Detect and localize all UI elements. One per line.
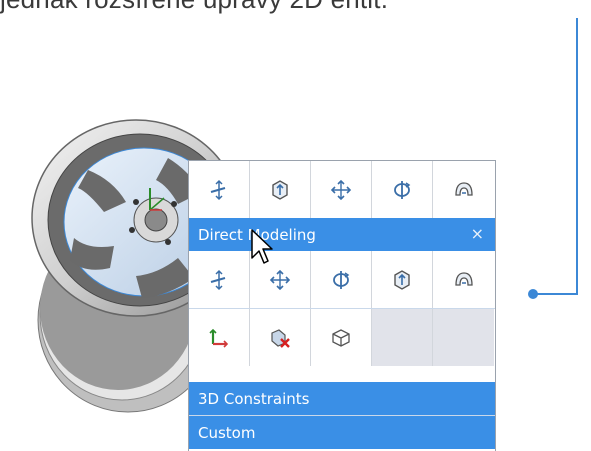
box-extrude-button[interactable]: [372, 251, 433, 308]
align-move-button[interactable]: [189, 251, 250, 308]
direct-modeling-row-2: [189, 309, 495, 366]
align-move-icon: [210, 269, 226, 290]
axes-icon: [209, 328, 229, 348]
group-spacer: [189, 366, 495, 382]
rotate-button[interactable]: [311, 251, 372, 308]
custom-header[interactable]: Custom: [189, 416, 495, 449]
align-move-button[interactable]: [189, 161, 250, 218]
box-extrude-icon: [272, 179, 288, 200]
quad-tool-panel: Direct Modeling × 3D Constraints Custom: [188, 160, 496, 451]
delete-face-icon: [271, 328, 290, 348]
empty-slot: [433, 309, 494, 366]
custom-title: Custom: [198, 423, 256, 442]
box-extrude-button[interactable]: [250, 161, 311, 218]
3d-constraints-header[interactable]: 3D Constraints: [189, 382, 495, 415]
3d-constraints-title: 3D Constraints: [198, 389, 310, 408]
shell-icon: [454, 271, 473, 286]
callout-line-vertical: [576, 18, 578, 295]
callout-dot: [528, 289, 538, 299]
box-extrude-icon: [394, 269, 410, 290]
move-arrows-icon: [330, 179, 352, 200]
shell-button[interactable]: [433, 251, 494, 308]
callout-line-horizontal: [532, 293, 578, 295]
delete-face-button[interactable]: [250, 309, 311, 366]
direct-modeling-header[interactable]: Direct Modeling ×: [189, 218, 495, 251]
shell-button[interactable]: [433, 161, 494, 218]
wire-box-icon: [332, 328, 350, 347]
ucs-axes-button[interactable]: [189, 309, 250, 366]
rotate-icon: [394, 180, 411, 199]
top-icon-row: [189, 161, 495, 218]
shell-icon: [454, 181, 473, 196]
empty-slot: [372, 309, 433, 366]
direct-modeling-row-1: [189, 251, 495, 308]
rotate-button[interactable]: [372, 161, 433, 218]
move-arrows-button[interactable]: [311, 161, 372, 218]
mouse-cursor-icon: [251, 229, 273, 264]
move-arrows-icon: [269, 269, 291, 290]
align-move-icon: [210, 179, 226, 200]
wire-box-button[interactable]: [311, 309, 372, 366]
rotate-icon: [333, 270, 350, 289]
close-icon[interactable]: ×: [471, 224, 484, 243]
caption-text: jednak rozšířené úpravy 2D entit.: [0, 0, 560, 15]
